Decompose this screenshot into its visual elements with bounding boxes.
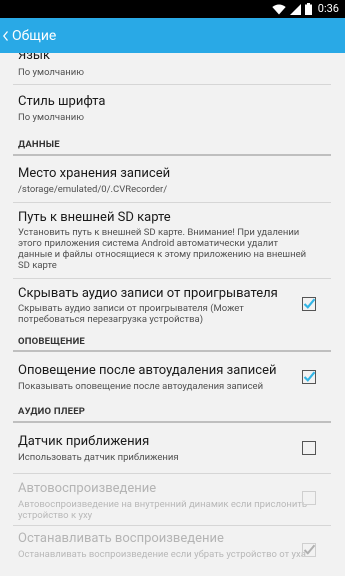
- pref-stop-playback[interactable]: Останавливать воспроизведение Останавлив…: [0, 526, 345, 576]
- pref-title: Останавливать воспроизведение: [18, 531, 224, 546]
- pref-language[interactable]: Язык По умолчанию: [0, 53, 345, 84]
- pref-storage-location[interactable]: Место хранения записей /storage/emulated…: [0, 156, 345, 202]
- pref-title: Стиль шрифта: [18, 94, 106, 109]
- pref-proximity-sensor[interactable]: Датчик приближения Использовать датчик п…: [0, 423, 345, 473]
- pref-summary: Показывать оповещение после автоудаления…: [18, 381, 264, 392]
- pref-external-sd-path[interactable]: Путь к внешней SD карте Установить путь …: [0, 203, 345, 278]
- pref-hide-audio[interactable]: Скрывать аудио записи от проигрывателя С…: [0, 279, 345, 329]
- pref-title: Скрывать аудио записи от проигрывателя: [18, 286, 278, 301]
- battery-icon: [304, 3, 312, 15]
- proximity-sensor-checkbox[interactable]: [302, 441, 316, 455]
- pref-title: Датчик приближения: [18, 434, 150, 449]
- pref-summary: Установить путь к внешней SD карте. Вним…: [18, 227, 307, 271]
- pref-summary: Останавливать воспроизведение если убрат…: [18, 549, 306, 560]
- pref-title: Путь к внешней SD карте: [18, 210, 171, 225]
- wifi-icon: [272, 4, 286, 15]
- section-header-data: ДАННЫЕ: [18, 139, 60, 150]
- autoplay-checkbox[interactable]: [302, 491, 316, 505]
- pref-title: Место хранения записей: [18, 166, 171, 181]
- status-time: 0:36: [317, 2, 339, 15]
- status-icons: 0:36: [272, 1, 339, 17]
- action-bar: Общие: [0, 18, 345, 53]
- page-title: Общие: [12, 27, 57, 44]
- pref-title: Язык: [18, 53, 50, 63]
- status-bar: 0:36: [0, 0, 345, 18]
- pref-summary: По умолчанию: [18, 112, 84, 123]
- section-header-audio-player: АУДИО ПЛЕЕР: [18, 406, 86, 417]
- hide-audio-checkbox[interactable]: [302, 297, 316, 311]
- stop-playback-checkbox[interactable]: [302, 543, 316, 557]
- pref-title: Автовоспроизведение: [18, 481, 157, 496]
- chevron-left-icon: [2, 30, 8, 41]
- pref-summary: По умолчанию: [18, 67, 84, 78]
- pref-font-style[interactable]: Стиль шрифта По умолчанию: [0, 85, 345, 131]
- pref-autoplay[interactable]: Автовоспроизведение Автовоспроизведение …: [0, 474, 345, 529]
- pref-summary: Скрывать аудио записи от проигрывателя (…: [18, 303, 244, 325]
- pref-summary: Автовоспроизведение на внутренний динами…: [18, 499, 308, 521]
- pref-summary: Использовать датчик приближения: [18, 452, 179, 463]
- autodelete-notify-checkbox[interactable]: [302, 370, 316, 384]
- back-button[interactable]: [0, 18, 10, 53]
- pref-title: Оповещение после автоудаления записей: [18, 363, 277, 378]
- pref-summary: /storage/emulated/0/.CVRecorder/: [18, 184, 168, 195]
- section-header-notification: ОПОВЕЩЕНИЕ: [18, 336, 85, 347]
- signal-icon: [289, 3, 301, 15]
- settings-list[interactable]: Язык По умолчанию Стиль шрифта По умолча…: [0, 53, 345, 576]
- pref-autodelete-notify[interactable]: Оповещение после автоудаления записей По…: [0, 352, 345, 402]
